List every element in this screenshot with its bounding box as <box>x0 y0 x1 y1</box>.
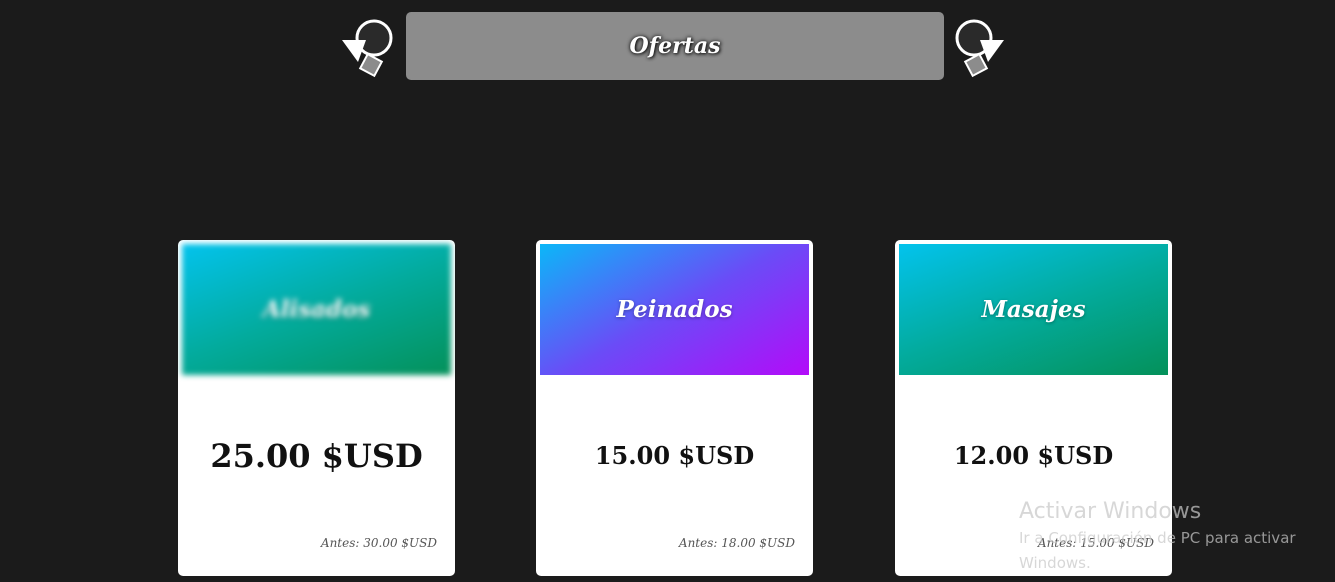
card-old-price: Antes: 30.00 $USD <box>320 536 437 550</box>
offer-card[interactable]: Peinados 15.00 $USD Antes: 18.00 $USD <box>536 240 813 576</box>
card-price: 15.00 $USD <box>594 441 755 470</box>
next-arrow-button[interactable] <box>948 14 1010 80</box>
card-header: Masajes <box>899 244 1168 375</box>
rotate-right-arrow-icon <box>955 19 1004 78</box>
prev-arrow-button[interactable] <box>336 14 398 80</box>
watermark-title: Activar Windows <box>1019 499 1202 524</box>
page-title: Ofertas <box>629 33 721 59</box>
card-header: Peinados <box>540 244 809 375</box>
card-header: Alisados <box>182 244 451 375</box>
card-price: 25.00 $USD <box>210 437 423 475</box>
card-title: Peinados <box>616 296 733 323</box>
card-title: Alisados <box>262 296 371 323</box>
card-old-price: Antes: 18.00 $USD <box>678 536 795 550</box>
title-bar: Ofertas <box>406 12 944 80</box>
card-title: Masajes <box>981 296 1086 323</box>
rotate-left-arrow-icon <box>342 19 393 78</box>
page: Ofertas Alisados 25.00 $USD Antes: 30.00… <box>0 0 1335 582</box>
watermark-subtitle: Ir a Configuración de PC para activar Wi… <box>1019 529 1296 572</box>
card-price: 12.00 $USD <box>953 441 1114 470</box>
offer-card[interactable]: Alisados 25.00 $USD Antes: 30.00 $USD <box>178 240 455 576</box>
windows-activation-watermark: Activar Windows Ir a Configuración de PC… <box>1019 498 1319 576</box>
